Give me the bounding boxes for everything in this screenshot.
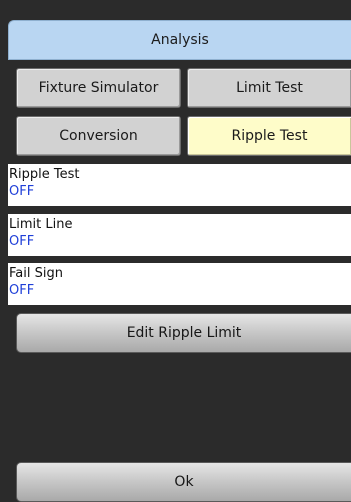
limit-line-value: OFF <box>9 234 35 249</box>
conversion-button[interactable]: Conversion <box>16 116 181 156</box>
ok-button[interactable]: Ok <box>16 462 351 502</box>
limit-line-label: Limit Line <box>9 217 73 232</box>
ripple-test-label: Ripple Test <box>9 167 80 182</box>
fixture-simulator-button[interactable]: Fixture Simulator <box>16 68 181 108</box>
fail-sign-label: Fail Sign <box>9 266 63 281</box>
fail-sign-value: OFF <box>9 283 35 298</box>
menu-title: Analysis <box>8 20 351 60</box>
edit-ripple-limit-button[interactable]: Edit Ripple Limit <box>16 313 351 353</box>
ripple-test-value: OFF <box>9 184 35 199</box>
ripple-test-toggle[interactable]: Ripple Test OFF <box>8 164 351 206</box>
limit-line-toggle[interactable]: Limit Line OFF <box>8 214 351 256</box>
analysis-menu-panel: Analysis Fixture Simulator Limit Test Co… <box>0 0 351 502</box>
fail-sign-toggle[interactable]: Fail Sign OFF <box>8 263 351 305</box>
limit-test-button[interactable]: Limit Test <box>187 68 351 108</box>
ripple-test-button[interactable]: Ripple Test <box>187 116 351 156</box>
